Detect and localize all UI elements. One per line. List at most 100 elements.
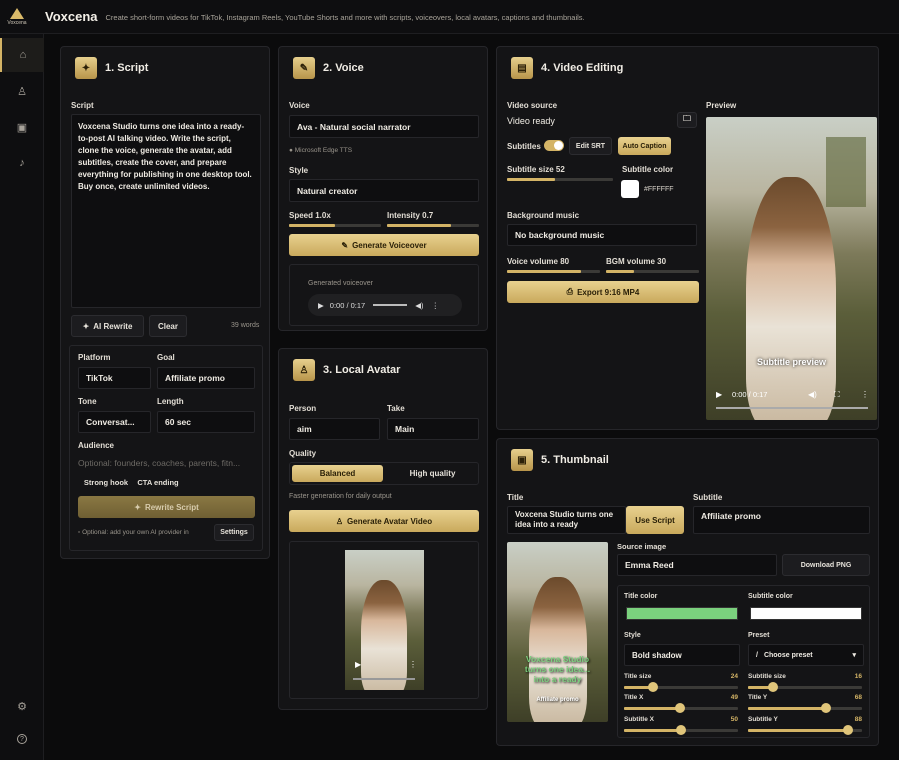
quality-note: Faster generation for daily output <box>289 493 392 500</box>
avatar-video[interactable]: ▶ ⋮ <box>345 550 424 690</box>
settings-icon: ⚙ <box>17 700 27 713</box>
subtitle-input[interactable]: Affiliate promo <box>693 506 870 534</box>
voice-select[interactable]: Ava - Natural social narrator <box>289 115 479 138</box>
sidebar-item-help[interactable]: ? <box>0 722 44 756</box>
subtitle-y-slider[interactable] <box>748 725 862 735</box>
audio-player[interactable]: ▶ 0:00 / 0:17 ◀) ⋮ <box>308 294 462 316</box>
subtitle-size-thumb[interactable] <box>768 682 779 692</box>
more-icon[interactable]: ⋮ <box>432 301 440 310</box>
quality-high[interactable]: High quality <box>387 465 478 482</box>
title-y-thumb[interactable] <box>820 703 831 713</box>
script-textarea[interactable]: Voxcena Studio turns one idea into a rea… <box>71 114 261 308</box>
intensity-slider[interactable] <box>387 224 479 227</box>
thumb-title-line-3: into a ready <box>533 674 582 684</box>
subtitle-size-slider[interactable] <box>507 178 613 181</box>
intensity-fill <box>387 224 452 227</box>
export-button[interactable]: ⎙ Export 9:16 MP4 <box>507 281 699 303</box>
subtitle-x-fill <box>624 729 681 732</box>
sidebar-item-settings[interactable]: ⚙ <box>0 689 44 723</box>
title-y-slider[interactable] <box>748 703 862 713</box>
clear-button[interactable]: Clear <box>149 315 187 337</box>
fullscreen-icon[interactable]: ⛶ <box>834 390 840 400</box>
title-input[interactable]: Voxcena Studio turns one idea into a rea… <box>507 506 626 534</box>
play-icon[interactable]: ▶ <box>318 301 324 310</box>
quality-balanced[interactable]: Balanced <box>292 465 383 482</box>
style-select[interactable]: Bold shadow <box>624 644 740 666</box>
use-script-button[interactable]: Use Script <box>626 506 684 534</box>
settings-button[interactable]: Settings <box>214 524 254 541</box>
title-size-slider[interactable] <box>624 682 738 692</box>
bgm-volume-slider[interactable] <box>606 270 699 273</box>
title-x-slider[interactable] <box>624 703 738 713</box>
play-icon[interactable]: ▶ <box>355 660 361 669</box>
tts-engine: ● Microsoft Edge TTS <box>289 147 352 154</box>
speed-slider[interactable] <box>289 224 381 227</box>
subtitle-color-swatch[interactable] <box>750 607 862 620</box>
preset-select[interactable]: / Choose preset ▾ <box>748 644 864 666</box>
tone-select[interactable]: Conversat... <box>78 411 151 433</box>
goal-select[interactable]: Affiliate promo <box>157 367 255 389</box>
tts-engine-text: Microsoft Edge TTS <box>294 147 353 154</box>
preview-video[interactable]: Subtitle preview ▶ 0:00 / 0:17 ◀) ⛶ ⋮ <box>706 117 877 420</box>
voice-volume-slider[interactable] <box>507 270 600 273</box>
edit-srt-button[interactable]: Edit SRT <box>569 137 612 155</box>
sidebar-item-thumbnail[interactable]: ▣ <box>0 110 44 144</box>
audio-progress[interactable] <box>373 304 408 306</box>
bg-music-select[interactable]: No background music <box>507 224 697 246</box>
volume-icon[interactable]: ◀) <box>415 301 423 310</box>
thumbnail-subtitle-overlay: Affiliate promo <box>536 697 579 703</box>
take-select[interactable]: Main <box>387 418 479 440</box>
platform-select[interactable]: TikTok <box>78 367 151 389</box>
length-label: Length <box>157 397 184 406</box>
folder-icon: 🗀 <box>683 114 691 123</box>
video-progress[interactable] <box>716 407 868 409</box>
script-options-panel: Platform TikTok Goal Affiliate promo Ton… <box>69 345 263 551</box>
title-x-value: 49 <box>730 694 738 701</box>
subtitle-y-thumb[interactable] <box>843 725 854 735</box>
avatar-person-image <box>361 580 407 690</box>
subtitle-color-hex: #FFFFFF <box>644 186 674 193</box>
auto-caption-button[interactable]: Auto Caption <box>618 137 671 155</box>
cta-ending-toggle[interactable]: CTA ending <box>134 474 182 490</box>
subtitles-toggle[interactable] <box>544 140 564 151</box>
subtitle-y-fill <box>748 729 849 732</box>
sidebar-item-music[interactable]: ♪ <box>0 146 44 180</box>
volume-icon[interactable]: ◀) <box>808 390 817 399</box>
sidebar-item-home[interactable]: ⌂ <box>0 38 44 72</box>
thumb-title-line-2: turns one idea... <box>524 664 591 674</box>
generate-avatar-button[interactable]: ♙ Generate Avatar Video <box>289 510 479 532</box>
title-x-thumb[interactable] <box>674 703 685 713</box>
editing-card: ▤ 4. Video Editing Video source Video rea… <box>496 46 879 430</box>
style-select[interactable]: Natural creator <box>289 179 479 202</box>
download-png-button[interactable]: Download PNG <box>782 554 870 576</box>
quality-label: Quality <box>289 449 317 458</box>
thumb-title-line-1: Voxcena Studio <box>525 654 590 664</box>
video-progress[interactable] <box>353 678 415 680</box>
person-select[interactable]: aim <box>289 418 380 440</box>
more-icon[interactable]: ⋮ <box>861 390 869 399</box>
subtitle-x-thumb[interactable] <box>676 725 686 735</box>
ai-rewrite-button[interactable]: ✦ AI Rewrite <box>71 315 144 337</box>
folder-button[interactable]: 🗀 <box>677 112 697 128</box>
sidebar-item-avatar[interactable]: ♙ <box>0 74 44 108</box>
source-image-select[interactable]: Emma Reed <box>617 554 777 576</box>
thumbnail-card: ▣ 5. Thumbnail Title Voxcena Studio turns… <box>496 438 879 746</box>
length-select[interactable]: 60 sec <box>157 411 255 433</box>
subtitle-size-label: Subtitle size <box>748 673 786 680</box>
play-icon[interactable]: ▶ <box>716 390 722 399</box>
generated-voiceover-panel: Generated voiceover ▶ 0:00 / 0:17 ◀) ⋮ <box>289 264 479 326</box>
subtitle-x-slider[interactable] <box>624 725 738 735</box>
script-label: Script <box>71 101 94 110</box>
more-icon[interactable]: ⋮ <box>409 660 417 669</box>
thumbnail-title: 5. Thumbnail <box>541 454 609 466</box>
title-x-label: Title X <box>624 694 644 701</box>
person-label: Person <box>289 404 317 413</box>
title-size-thumb[interactable] <box>647 682 658 692</box>
generate-voiceover-button[interactable]: ✎ Generate Voiceover <box>289 234 479 256</box>
rewrite-script-button[interactable]: ✦ Rewrite Script <box>78 496 255 518</box>
subtitle-color-swatch[interactable] <box>621 180 639 198</box>
title-color-swatch[interactable] <box>626 607 738 620</box>
audience-input[interactable]: Optional: founders, coaches, parents, fi… <box>78 453 256 473</box>
subtitle-size-slider[interactable] <box>748 682 862 692</box>
strong-hook-toggle[interactable]: Strong hook <box>78 474 134 490</box>
